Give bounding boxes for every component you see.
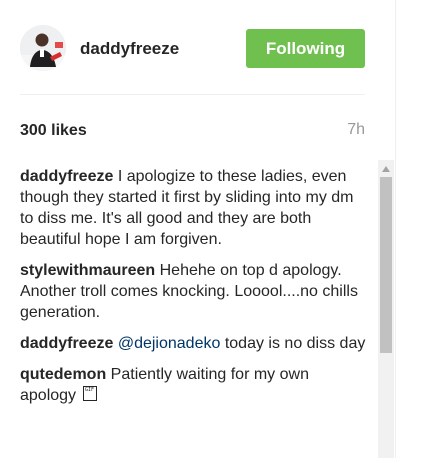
comment-item: qutedemon Patiently waiting for my own a…: [20, 364, 368, 406]
comment-text: today is no diss day: [224, 335, 366, 352]
post-panel: daddyfreeze Following 300 likes 7h daddy…: [0, 0, 396, 458]
post-header: daddyfreeze Following: [20, 25, 365, 73]
scroll-up-button[interactable]: [378, 160, 394, 177]
comment-username[interactable]: daddyfreeze: [20, 335, 113, 352]
comment-username[interactable]: daddyfreeze: [20, 168, 113, 185]
comment-username[interactable]: qutedemon: [20, 366, 106, 383]
likes-count[interactable]: 300 likes: [20, 122, 87, 140]
comment-mention[interactable]: @dejionadeko: [118, 335, 221, 352]
comments-scrollbar[interactable]: [378, 160, 394, 458]
header-divider: [20, 94, 365, 95]
avatar-photo-icon: [20, 25, 66, 71]
comment-username[interactable]: stylewithmaureen: [20, 262, 155, 279]
post-username[interactable]: daddyfreeze: [80, 39, 179, 59]
scroll-thumb[interactable]: [380, 177, 392, 353]
comments-list: daddyfreeze I apologize to these ladies,…: [20, 166, 368, 458]
triangle-up-icon: [382, 165, 390, 172]
following-button[interactable]: Following: [246, 29, 365, 68]
avatar[interactable]: [20, 25, 66, 71]
page-background: [396, 0, 435, 458]
post-time: 7h: [347, 121, 365, 138]
gif-badge-icon: GIF: [82, 386, 97, 401]
comment-item: daddyfreeze I apologize to these ladies,…: [20, 166, 368, 250]
comment-item: daddyfreeze @dejionadeko today is no dis…: [20, 333, 368, 354]
comment-item: stylewithmaureen Hehehe on top d apology…: [20, 260, 368, 323]
